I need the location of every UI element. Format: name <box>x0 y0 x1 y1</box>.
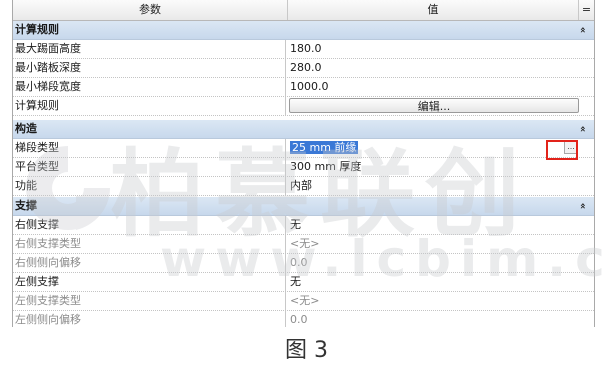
table-row: 最大踢面高度 180.0 <box>13 40 594 59</box>
collapse-icon[interactable]: « <box>573 126 591 132</box>
figure-caption: 图 3 <box>285 338 328 363</box>
param-name: 最大踢面高度 <box>15 40 286 58</box>
param-value[interactable]: 180.0 <box>290 40 322 58</box>
param-column-header[interactable]: 参数 <box>13 0 288 20</box>
param-name: 最小踏板深度 <box>15 59 286 77</box>
collapse-icon[interactable]: « <box>573 203 591 209</box>
watermark-url: www.lcbim.com <box>160 230 613 288</box>
collapse-icon[interactable]: « <box>573 27 591 33</box>
param-name: 左侧侧向偏移 <box>15 311 286 327</box>
group-calculation-rules[interactable]: 计算规则 « <box>13 21 594 40</box>
edit-calculation-rules-button[interactable]: 编辑... <box>289 98 579 113</box>
param-value[interactable]: 1000.0 <box>290 78 329 96</box>
group-label: 构造 <box>15 122 37 135</box>
highlight-box <box>546 140 578 160</box>
table-row: 计算规则 编辑... <box>13 97 594 116</box>
param-value: <无> <box>290 294 320 307</box>
table-row: 最小梯段宽度 1000.0 <box>13 78 594 97</box>
param-name: 最小梯段宽度 <box>15 78 286 96</box>
table-row: 左侧支撑类型 <无> <box>13 292 594 311</box>
param-name: 计算规则 <box>15 97 286 115</box>
table-header: 参数 值 = <box>13 0 594 21</box>
watermark-logo-icon <box>26 146 110 230</box>
table-row: 左侧侧向偏移 0.0 <box>13 311 594 327</box>
param-value[interactable]: 280.0 <box>290 59 322 77</box>
param-name: 左侧支撑类型 <box>15 292 286 310</box>
value-column-header[interactable]: 值 <box>288 0 579 20</box>
group-label: 计算规则 <box>15 23 59 36</box>
sort-toggle-header[interactable]: = <box>579 0 594 20</box>
table-row: 最小踏板深度 280.0 <box>13 59 594 78</box>
param-value: 0.0 <box>290 313 308 326</box>
